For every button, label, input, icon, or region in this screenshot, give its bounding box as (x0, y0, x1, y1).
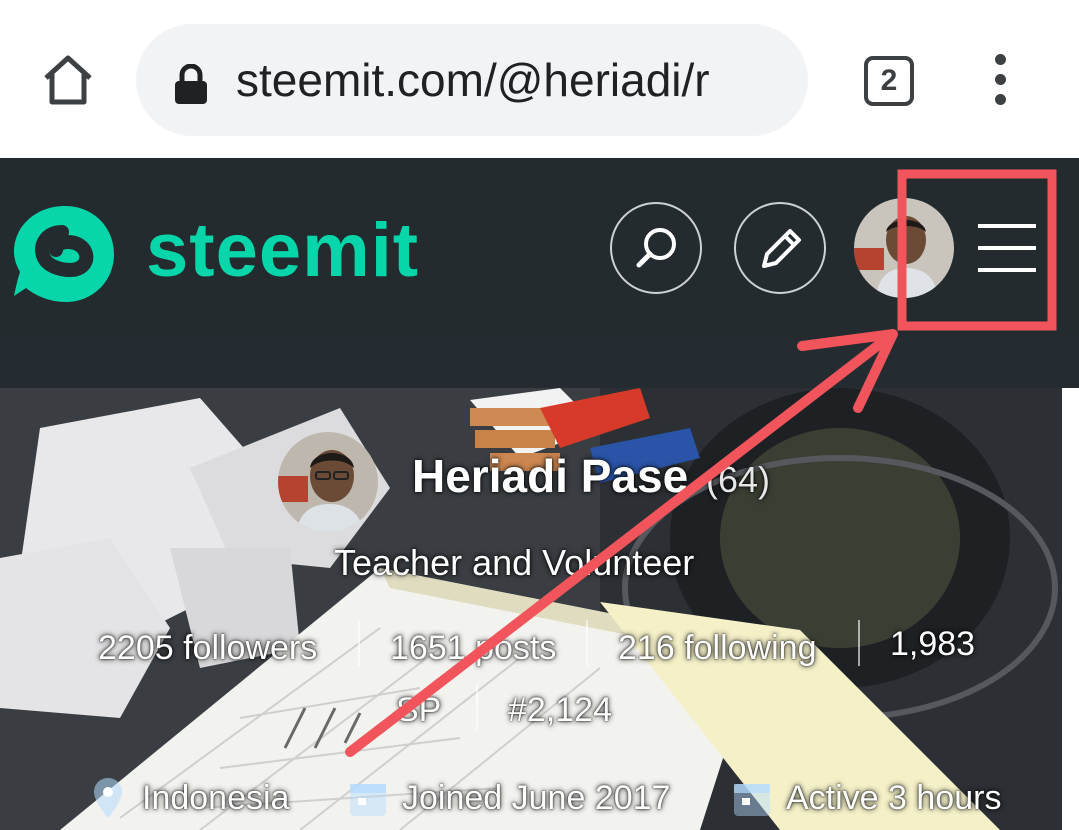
last-active: Active 3 hours (786, 779, 1002, 817)
stat-divider (858, 620, 860, 666)
search-icon (636, 228, 676, 268)
write-post-button[interactable] (734, 202, 826, 294)
tab-switcher-icon[interactable]: 2 (864, 56, 914, 106)
calendar-icon (348, 778, 388, 823)
more-vert-icon[interactable] (990, 54, 1010, 110)
profile-avatar[interactable] (278, 432, 378, 532)
profile-about: Teacher and Volunteer (334, 542, 695, 583)
joined-date: Joined June 2017 (402, 779, 671, 817)
steemit-logo[interactable] (10, 198, 120, 308)
followers-link[interactable]: 2205 followers (98, 628, 317, 668)
posts-link[interactable]: 1651 posts (390, 628, 556, 668)
user-avatar[interactable] (854, 198, 954, 298)
sp-label: SP (396, 691, 442, 729)
following-link[interactable]: 216 following (618, 628, 816, 668)
reputation-score: (64) (706, 459, 771, 500)
sp-value: 1,983 (890, 625, 976, 663)
home-icon[interactable] (40, 52, 96, 108)
search-button[interactable] (610, 202, 702, 294)
url-text[interactable]: steemit.com/@heriadi/r (236, 50, 796, 110)
menu-icon[interactable] (978, 224, 1036, 274)
pencil-icon (762, 229, 801, 268)
profile-name: Heriadi Pase (412, 450, 689, 502)
stat-divider (586, 620, 588, 666)
stat-divider (476, 684, 478, 730)
stat-divider (358, 620, 360, 666)
profile-location: Indonesia (142, 779, 290, 817)
calendar-icon (732, 778, 772, 823)
rank-value: #2,124 (508, 691, 612, 729)
browser-toolbar: steemit.com/@heriadi/r 2 (0, 0, 1079, 158)
address-bar[interactable]: steemit.com/@heriadi/r (136, 24, 808, 136)
steemit-wordmark[interactable]: steemit (146, 206, 419, 296)
header-divider (0, 340, 1079, 388)
lock-icon (174, 63, 208, 104)
location-icon (92, 776, 124, 825)
